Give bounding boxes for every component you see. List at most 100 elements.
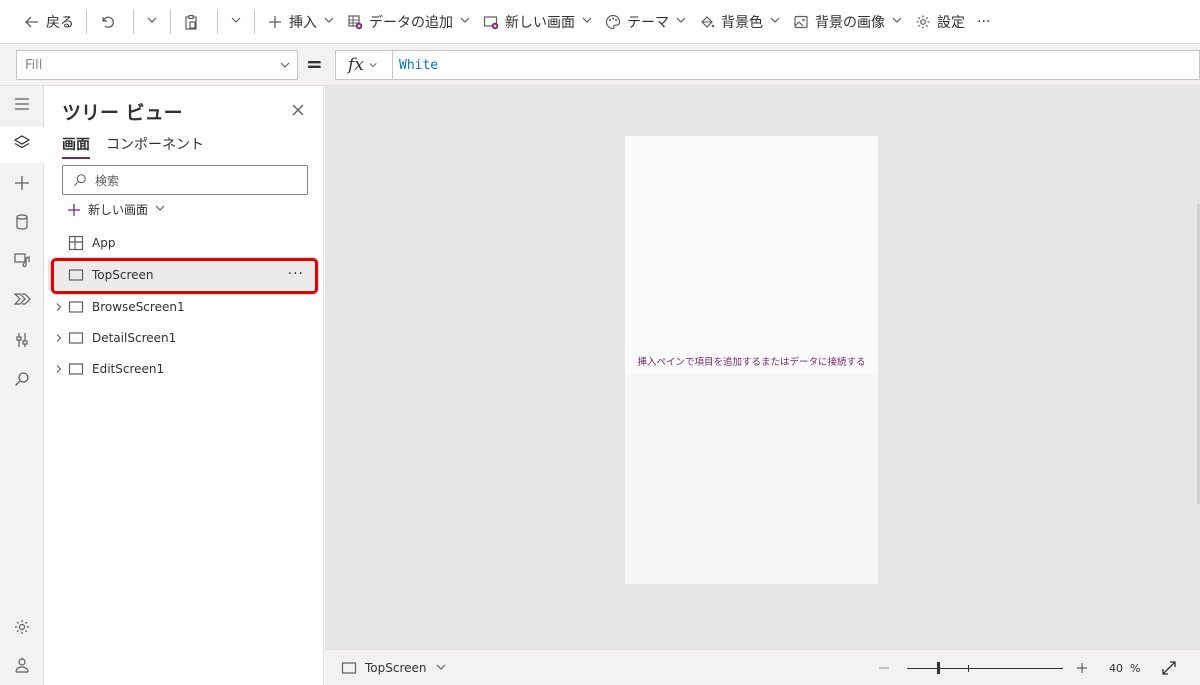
minus-icon	[877, 660, 891, 679]
layers-icon	[13, 134, 31, 156]
paste-dropdown[interactable]	[224, 0, 248, 44]
hamburger-menu-button[interactable]	[0, 88, 44, 124]
app-grid-icon	[68, 235, 84, 251]
chevron-down-icon	[154, 202, 166, 217]
tab-components[interactable]: コンポーネント	[106, 134, 204, 159]
new-screen-button[interactable]: 新しい画面	[66, 201, 166, 218]
chevron-down-icon	[323, 14, 335, 30]
tree-view-panel: ツリー ビュー 画面 コンポーネント 検索 新しい画面 App TopScree…	[44, 86, 324, 685]
chevron-right-icon[interactable]	[52, 302, 66, 312]
back-label: 戻る	[46, 14, 74, 31]
add-data-button[interactable]: データの追加	[341, 0, 477, 44]
close-button[interactable]	[290, 102, 306, 122]
screen-add-icon	[483, 14, 499, 30]
tree-item-label: TopScreen	[92, 268, 154, 282]
more-label: ···	[977, 13, 991, 30]
chevron-down-icon	[891, 14, 903, 30]
hamburger-icon	[13, 95, 31, 117]
screen-icon	[68, 361, 84, 377]
search-icon	[73, 173, 87, 187]
more-commands-button[interactable]: ···	[971, 0, 996, 44]
insert-pane-button[interactable]	[0, 167, 44, 203]
arrow-left-icon	[24, 14, 40, 30]
empty-screen-hint[interactable]: 挿入ペインで項目を追加するまたはデータに接続する	[625, 354, 878, 368]
background-image-button[interactable]: 背景の画像	[787, 0, 909, 44]
screen-selector[interactable]: TopScreen	[341, 660, 447, 676]
screen-icon	[341, 660, 357, 676]
gear-icon	[13, 618, 31, 640]
tools-icon	[13, 331, 31, 353]
plus-icon	[66, 202, 82, 218]
formula-input[interactable]: White	[393, 50, 1200, 80]
power-automate-icon	[13, 290, 31, 312]
undo-icon	[99, 14, 115, 30]
virtual-agent-button[interactable]	[0, 649, 44, 685]
chevron-right-icon[interactable]	[52, 333, 66, 343]
tree-item-topscreen[interactable]: TopScreen ···	[48, 260, 318, 290]
settings-button[interactable]: 設定	[909, 0, 971, 44]
tab-screens[interactable]: 画面	[62, 134, 90, 159]
chevron-right-icon[interactable]	[52, 364, 66, 374]
palette-icon	[605, 14, 621, 30]
property-dropdown[interactable]: Fill	[16, 50, 298, 80]
background-color-label: 背景色	[721, 14, 763, 31]
chevron-down-icon	[675, 14, 687, 30]
bot-icon	[13, 656, 31, 678]
chevron-down-icon	[769, 14, 781, 30]
tree-item-browsescreen1[interactable]: BrowseScreen1	[48, 292, 318, 322]
clipboard-icon	[183, 14, 199, 30]
theme-button[interactable]: テーマ	[599, 0, 693, 44]
zoom-slider-track[interactable]	[907, 668, 1063, 669]
advanced-tools-button[interactable]	[0, 324, 44, 360]
chevron-down-icon	[146, 14, 158, 30]
screen-icon	[68, 267, 84, 283]
undo-dropdown[interactable]	[140, 0, 164, 44]
undo-button[interactable]	[93, 0, 127, 44]
app-screen-preview[interactable]: 挿入ペインで項目を追加するまたはデータに接続する	[625, 136, 878, 584]
tree-item-app[interactable]: App	[48, 228, 318, 258]
screen-icon	[68, 330, 84, 346]
tree-item-label: App	[92, 236, 116, 250]
tree-item-label: DetailScreen1	[92, 331, 177, 345]
separator	[254, 9, 255, 34]
theme-label: テーマ	[627, 14, 669, 31]
zoom-slider-thumb[interactable]	[937, 662, 940, 674]
zoom-in-button[interactable]	[1075, 660, 1089, 679]
tree-item-label: EditScreen1	[92, 362, 165, 376]
search-icon	[13, 370, 31, 392]
search-input[interactable]: 検索	[62, 165, 308, 195]
tree-item-detailscreen1[interactable]: DetailScreen1	[48, 323, 318, 353]
fx-label: fx	[348, 55, 364, 75]
zoom-unit: %	[1130, 662, 1141, 675]
status-bar: TopScreen 40 %	[325, 649, 1200, 685]
insert-button[interactable]: 挿入	[261, 0, 341, 44]
new-screen-label: 新しい画面	[88, 203, 149, 217]
paste-button[interactable]	[177, 0, 211, 44]
more-options-button[interactable]: ···	[288, 266, 304, 282]
tree-item-editscreen1[interactable]: EditScreen1	[48, 354, 318, 384]
media-pane-button[interactable]	[0, 244, 44, 280]
chevron-down-icon	[581, 14, 593, 30]
zoom-value[interactable]: 40	[1109, 662, 1123, 675]
tree-tabs: 画面 コンポーネント	[62, 134, 220, 159]
settings-label: 設定	[937, 14, 965, 31]
function-button[interactable]: fx	[335, 50, 393, 80]
plus-icon	[267, 14, 283, 30]
command-bar: 戻る 挿入 データの追加 新しい画面 テーマ 背景色 背景の画像 設定 ···	[0, 0, 1200, 44]
new-screen-label: 新しい画面	[505, 14, 575, 31]
settings-rail-button[interactable]	[0, 611, 44, 647]
background-color-button[interactable]: 背景色	[693, 0, 787, 44]
screen-selector-label: TopScreen	[365, 661, 427, 675]
zoom-out-button[interactable]	[877, 660, 891, 679]
fit-to-window-button[interactable]	[1161, 660, 1177, 680]
add-data-label: データの追加	[369, 14, 453, 31]
back-button[interactable]: 戻る	[18, 0, 80, 44]
search-pane-button[interactable]	[0, 363, 44, 399]
insert-label: 挿入	[289, 14, 317, 31]
image-icon	[793, 14, 809, 30]
new-screen-button[interactable]: 新しい画面	[477, 0, 599, 44]
data-pane-button[interactable]	[0, 206, 44, 242]
chevron-down-icon	[435, 661, 447, 676]
power-automate-button[interactable]	[0, 283, 44, 319]
tree-view-button[interactable]	[0, 127, 44, 163]
